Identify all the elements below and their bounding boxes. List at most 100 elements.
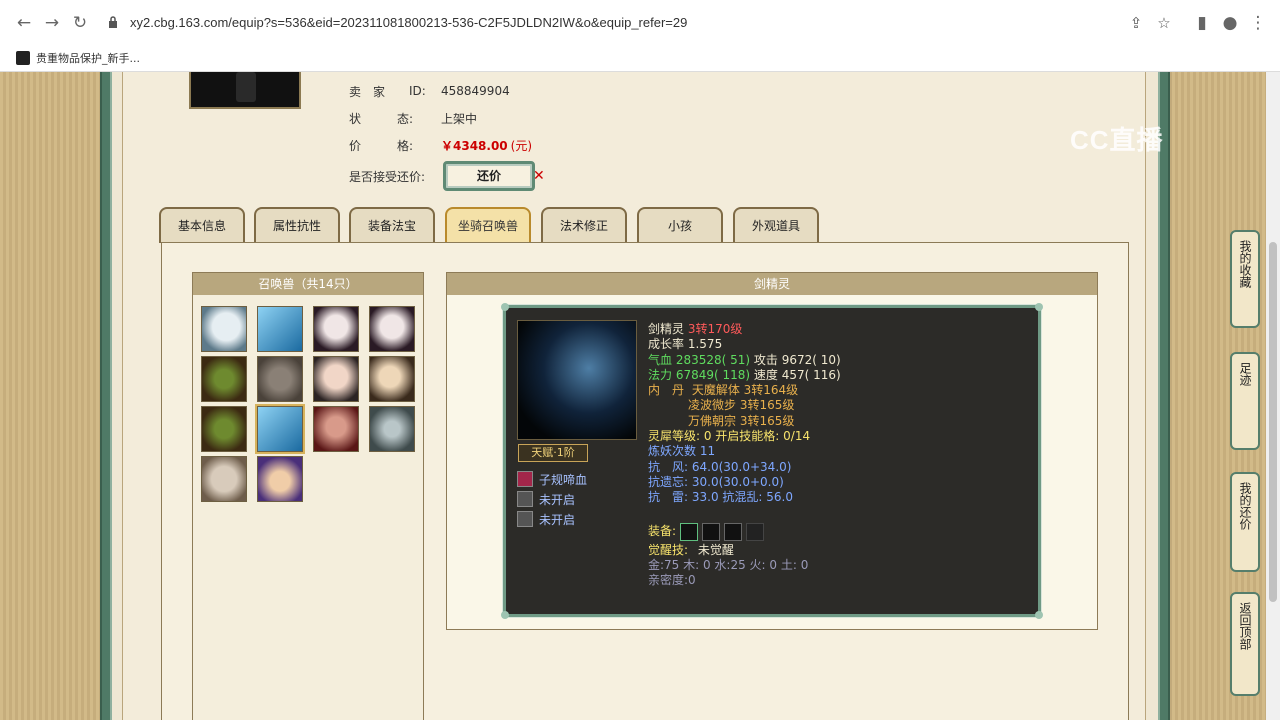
pet-thumb[interactable] — [201, 456, 247, 502]
equip-label: 装备: — [648, 524, 677, 539]
counter-row: 是否接受还价: — [349, 166, 425, 186]
equip-item-icon[interactable] — [702, 522, 721, 541]
lock-icon — [109, 16, 117, 28]
back-icon[interactable]: ← — [14, 13, 34, 33]
right-decor — [1172, 72, 1280, 720]
pet-thumb[interactable] — [313, 306, 359, 352]
seller-row: 卖 家 ID: 458849904 — [349, 81, 510, 101]
skill-slot[interactable]: 未开启 — [517, 490, 575, 508]
skill-icon — [517, 511, 533, 527]
res-hunluan: 抗混乱: 56.0 — [722, 490, 793, 505]
my-favorites-label: 我的收藏 — [1238, 240, 1252, 288]
equip-item-icon[interactable] — [724, 522, 743, 541]
character-thumbnail — [189, 72, 301, 109]
pet-thumb-selected[interactable] — [255, 404, 305, 454]
res-yiwang: 30.0(30.0+0.0) — [691, 474, 784, 489]
price-label: 价 格: — [349, 138, 414, 153]
pet-thumb[interactable] — [313, 356, 359, 402]
status-label: 状 态: — [349, 111, 414, 126]
res-feng-label: 抗 风: — [648, 459, 689, 474]
browser-chrome: ← → ↻ xy2.cbg.163.com/equip?s=536&eid=20… — [0, 0, 1280, 72]
pet-detail-title: 剑精灵 — [447, 273, 1097, 295]
res-feng: 64.0(30.0+34.0) — [691, 459, 792, 474]
pet-thumb[interactable] — [257, 306, 303, 352]
my-favorites-button[interactable]: 我的收藏 — [1230, 230, 1260, 328]
pet-thumb[interactable] — [369, 306, 415, 352]
res-lei-label: 抗 雷: — [648, 490, 689, 505]
pet-thumb[interactable] — [201, 406, 247, 452]
corner-ornament — [501, 611, 509, 619]
pet-card: 天赋·1阶 子规啼血 未开启 未开启 剑精灵 3转170级 成长率 1.575 … — [501, 303, 1043, 619]
bookmark-label: 贵重物品保护_新手... — [36, 52, 140, 65]
my-bargain-button[interactable]: 我的还价 — [1230, 472, 1260, 572]
growth-label: 成长率 — [648, 337, 685, 352]
dan-label: 内 丹 — [648, 383, 685, 398]
price-row: 价 格: ￥4348.00 (元) — [349, 135, 532, 155]
tab-mounts-pets[interactable]: 坐骑召唤兽 — [445, 207, 531, 243]
sidepanel-icon[interactable]: ▮ — [1192, 13, 1212, 33]
skill-slot[interactable]: 未开启 — [517, 510, 575, 528]
pet-thumb[interactable] — [313, 406, 359, 452]
right-border — [1158, 72, 1170, 720]
left-border — [100, 72, 112, 720]
price-unit: (元) — [510, 138, 533, 153]
profile-icon[interactable]: ● — [1220, 13, 1240, 33]
bookmark-item[interactable]: 贵重物品保护_新手... — [16, 49, 140, 67]
seller-id: 458849904 — [441, 84, 510, 98]
counter-label: 是否接受还价: — [349, 169, 426, 184]
footprint-button[interactable]: 足迹 — [1230, 352, 1260, 450]
content-area: 卖 家 ID: 458849904 状 态: 上架中 价 格: ￥4348.00… — [112, 72, 1158, 720]
back-to-top-button[interactable]: 返回顶部 — [1230, 592, 1260, 696]
reload-icon[interactable]: ↻ — [70, 13, 90, 33]
equip-item-icon[interactable] — [680, 522, 699, 541]
speed-value: 速度 457( 116) — [753, 367, 841, 382]
star-icon[interactable]: ☆ — [1154, 13, 1174, 33]
scrollbar-thumb[interactable] — [1269, 242, 1277, 602]
share-icon[interactable]: ⇪ — [1126, 13, 1146, 33]
hp-value: 气血 283528( 51) — [648, 352, 751, 367]
growth-value: 1.575 — [687, 337, 723, 352]
corner-ornament — [1035, 303, 1043, 311]
tab-appearance[interactable]: 外观道具 — [733, 207, 819, 243]
pet-thumb[interactable] — [201, 356, 247, 402]
tab-child[interactable]: 小孩 — [637, 207, 723, 243]
corner-ornament — [1035, 611, 1043, 619]
tab-equipment[interactable]: 装备法宝 — [349, 207, 435, 243]
awaken-value: 未觉醒 — [697, 542, 734, 557]
close-icon[interactable]: ✕ — [533, 168, 545, 184]
address-bar[interactable]: xy2.cbg.163.com/equip?s=536&eid=20231108… — [100, 9, 1180, 37]
talent-badge: 天赋·1阶 — [518, 444, 588, 462]
price-value: ￥4348.00 — [441, 138, 508, 153]
dan-2: 凌波微步 3转165级 — [688, 398, 795, 413]
skill-label: 未开启 — [539, 492, 576, 507]
pet-thumb[interactable] — [369, 406, 415, 452]
menu-icon[interactable]: ⋮ — [1248, 13, 1268, 33]
left-decor — [0, 72, 102, 720]
tab-attributes[interactable]: 属性抗性 — [254, 207, 340, 243]
pet-name: 剑精灵 — [648, 322, 685, 336]
skill-slot[interactable]: 子规啼血 — [517, 470, 587, 488]
intimacy: 亲密度:0 — [648, 573, 696, 588]
forward-icon[interactable]: → — [42, 13, 62, 33]
stream-watermark: CC直播 — [1070, 125, 1164, 155]
equip-item-icon[interactable] — [746, 522, 765, 541]
page-scrollbar[interactable] — [1266, 72, 1280, 720]
skill-label: 子规啼血 — [539, 472, 588, 487]
pet-detail: 剑精灵 天赋·1阶 子规啼血 未开启 未开启 剑精灵 3转170级 成长率 1.… — [446, 272, 1098, 630]
elements: 金:75 木: 0 水:25 火: 0 土: 0 — [648, 558, 809, 573]
pet-thumb[interactable] — [257, 356, 303, 402]
tab-basic-info[interactable]: 基本信息 — [159, 207, 245, 243]
lianyao-count: 炼妖次数 11 — [648, 444, 716, 459]
atk-value: 攻击 9672( 10) — [753, 352, 841, 367]
pet-portrait — [517, 320, 637, 440]
pet-thumb[interactable] — [257, 456, 303, 502]
pet-level: 3转170级 — [687, 322, 743, 336]
content-inner: 卖 家 ID: 458849904 状 态: 上架中 价 格: ￥4348.00… — [122, 72, 1146, 720]
tab-spell-correction[interactable]: 法术修正 — [541, 207, 627, 243]
pet-thumb[interactable] — [201, 306, 247, 352]
res-lei: 33.0 — [691, 490, 719, 505]
pet-thumb[interactable] — [369, 356, 415, 402]
mp-value: 法力 67849( 118) — [648, 367, 751, 382]
corner-ornament — [501, 303, 509, 311]
counter-offer-button[interactable]: 还价 — [443, 161, 535, 191]
